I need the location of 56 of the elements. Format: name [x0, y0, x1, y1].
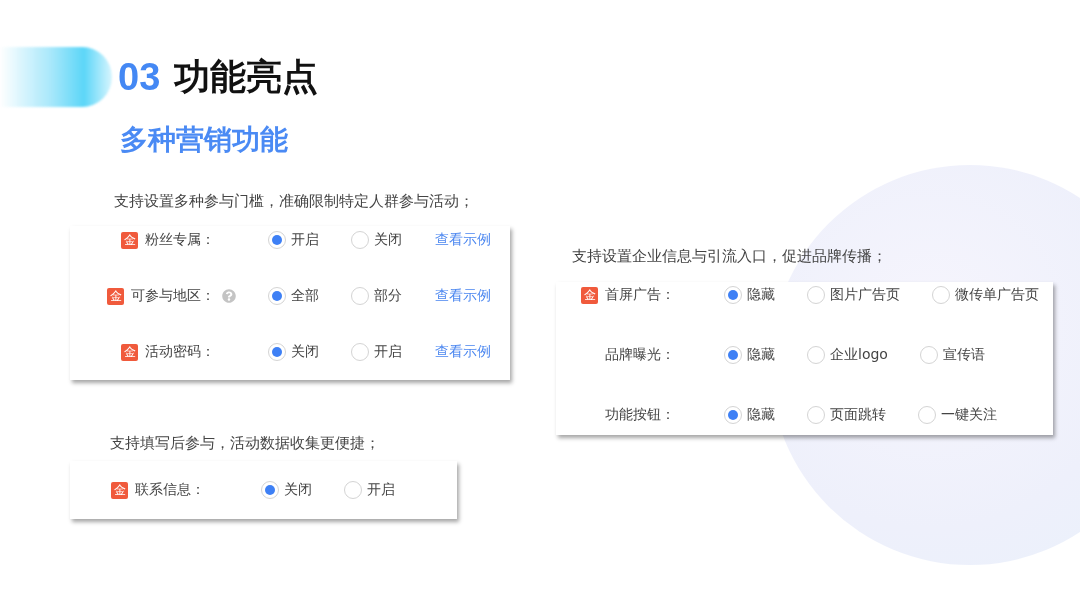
radio-button[interactable]	[261, 481, 279, 499]
radio-option[interactable]: 图片广告页	[807, 286, 900, 304]
caption: 支持设置企业信息与引流入口，促进品牌传播；	[572, 246, 888, 266]
radio-button[interactable]	[268, 287, 286, 305]
radio-option[interactable]: 关闭	[261, 481, 312, 499]
radio-option[interactable]: 宣传语	[919, 346, 985, 364]
radio-button[interactable]	[268, 343, 286, 361]
radio-option[interactable]: 开启	[268, 231, 319, 249]
view-example-link[interactable]: 查看示例	[435, 343, 491, 361]
premium-badge: 金	[111, 481, 128, 499]
field-label: 可参与地区：	[131, 287, 215, 305]
premium-badge: 金	[107, 287, 124, 305]
section-title: 功能亮点	[174, 54, 319, 99]
premium-badge: 金	[121, 231, 138, 249]
caption: 支持填写后参与，活动数据收集更便捷；	[110, 433, 381, 453]
radio-option[interactable]: 页面跳转	[807, 406, 886, 424]
premium-badge: 金	[581, 286, 598, 304]
radio-option[interactable]: 关闭	[351, 231, 402, 249]
radio-option[interactable]: 隐藏	[724, 286, 775, 304]
radio-option[interactable]: 开启	[351, 343, 402, 361]
radio-option[interactable]: 微传单广告页	[932, 286, 1039, 304]
view-example-link[interactable]: 查看示例	[435, 287, 491, 305]
radio-option[interactable]: 部分	[351, 287, 402, 305]
section-number: 03	[118, 55, 161, 99]
radio-option[interactable]: 全部	[268, 287, 319, 305]
radio-button[interactable]	[807, 286, 825, 304]
field-label: 粉丝专属：	[145, 231, 215, 249]
radio-option[interactable]: 一键关注	[918, 406, 997, 424]
caption: 支持设置多种参与门槛，准确限制特定人群参与活动；	[114, 191, 475, 211]
field-label: 活动密码：	[145, 343, 215, 361]
view-example-link[interactable]: 查看示例	[435, 231, 491, 249]
radio-button[interactable]	[918, 406, 936, 424]
radio-option[interactable]: 开启	[344, 481, 395, 499]
radio-option[interactable]: 关闭	[268, 343, 319, 361]
radio-button[interactable]	[724, 406, 742, 424]
premium-badge: 金	[121, 343, 138, 361]
radio-button[interactable]	[351, 231, 369, 249]
radio-button[interactable]	[932, 286, 950, 304]
radio-button[interactable]	[351, 287, 369, 305]
radio-button[interactable]	[344, 481, 362, 499]
help-icon[interactable]	[222, 289, 236, 303]
radio-option[interactable]: 隐藏	[724, 406, 775, 424]
radio-option[interactable]: 企业logo	[807, 346, 888, 364]
field-label: 功能按钮：	[605, 406, 675, 424]
radio-option[interactable]: 隐藏	[724, 346, 775, 364]
radio-button[interactable]	[351, 343, 369, 361]
radio-button[interactable]	[724, 286, 742, 304]
radio-button[interactable]	[807, 406, 825, 424]
radio-button[interactable]	[724, 346, 742, 364]
radio-button[interactable]	[919, 346, 938, 364]
field-label: 品牌曝光：	[605, 346, 675, 364]
radio-button[interactable]	[268, 231, 286, 249]
field-label: 首屏广告：	[605, 286, 675, 304]
radio-button[interactable]	[807, 346, 825, 364]
subtitle: 多种营销功能	[120, 122, 289, 158]
field-label: 联系信息：	[135, 481, 205, 499]
